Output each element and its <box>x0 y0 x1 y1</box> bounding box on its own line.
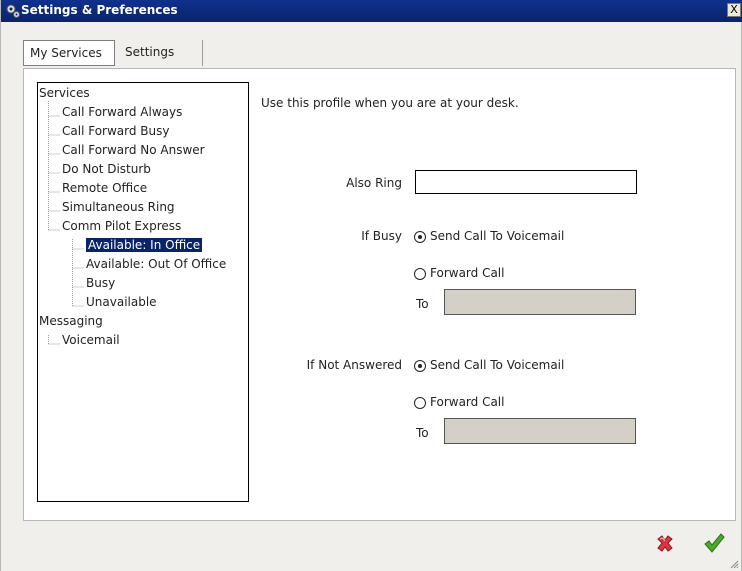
tree-item-label: Comm Pilot Express <box>62 219 182 233</box>
if-busy-forward-label[interactable]: Forward Call <box>430 266 504 280</box>
tree-item-remote-office[interactable]: Remote Office <box>62 179 147 198</box>
if-busy-forward-radio[interactable] <box>414 268 426 280</box>
tree-item-label: Do Not Disturb <box>62 162 151 176</box>
tree-item-available-out-of-office[interactable]: Available: Out Of Office <box>86 255 226 274</box>
tab-my-services[interactable]: My Services <box>23 40 115 66</box>
tree-item-unavailable[interactable]: Unavailable <box>86 293 157 312</box>
if-not-answered-to-label: To <box>416 426 429 440</box>
close-icon: X <box>730 3 738 16</box>
tree-item-label: Busy <box>86 276 116 290</box>
if-not-answered-forward-label[interactable]: Forward Call <box>430 395 504 409</box>
title-bar[interactable]: Settings & Preferences X <box>1 0 742 22</box>
tab-settings[interactable]: Settings <box>119 40 203 66</box>
green-check-icon[interactable] <box>702 531 726 555</box>
also-ring-input[interactable] <box>415 170 637 194</box>
tree-item-messaging[interactable]: Messaging <box>39 312 103 331</box>
tree-item-do-not-disturb[interactable]: Do Not Disturb <box>62 160 151 179</box>
also-ring-label: Also Ring <box>346 176 402 190</box>
tree-item-voicemail[interactable]: Voicemail <box>62 331 120 350</box>
tree-item-label: Call Forward No Answer <box>62 143 205 157</box>
tree-item-call-forward-no-answer[interactable]: Call Forward No Answer <box>62 141 205 160</box>
tree-item-label: Simultaneous Ring <box>62 200 175 214</box>
tree-item-label: Remote Office <box>62 181 148 195</box>
tree-item-available-in-office[interactable]: Available: In Office <box>86 236 203 255</box>
tree-item-label: Services <box>39 86 90 100</box>
tree-item-label: Available: In Office <box>86 238 203 252</box>
resize-grip-icon[interactable] <box>729 559 739 569</box>
tree-item-label: Available: Out Of Office <box>86 257 227 271</box>
tree-item-label: Messaging <box>39 314 103 328</box>
settings-window: Settings & Preferences X My Services Set… <box>0 0 742 571</box>
profile-description: Use this profile when you are at your de… <box>261 96 519 110</box>
if-not-answered-label: If Not Answered <box>306 358 402 372</box>
tree-item-label: Call Forward Always <box>62 105 183 119</box>
tree-item-call-forward-always[interactable]: Call Forward Always <box>62 103 182 122</box>
services-panel: Services Call Forward Always Call Forwar… <box>23 68 736 521</box>
tab-label: Settings <box>125 45 175 59</box>
red-x-icon[interactable] <box>654 533 676 555</box>
close-button[interactable]: X <box>727 3 741 17</box>
tree-item-services[interactable]: Services <box>39 84 90 103</box>
if-busy-voicemail-radio[interactable] <box>414 231 426 243</box>
tree-item-label: Unavailable <box>86 295 157 309</box>
if-not-answered-forward-radio[interactable] <box>414 397 426 409</box>
tree-item-simultaneous-ring[interactable]: Simultaneous Ring <box>62 198 175 217</box>
tree-item-label: Voicemail <box>62 333 120 347</box>
if-not-answered-forward-to-input[interactable] <box>444 418 636 444</box>
if-not-answered-voicemail-radio[interactable] <box>414 360 426 372</box>
tab-label: My Services <box>30 46 102 60</box>
if-busy-label: If Busy <box>361 229 402 243</box>
dialog-footer <box>1 525 742 571</box>
tree-item-call-forward-busy[interactable]: Call Forward Busy <box>62 122 169 141</box>
if-busy-voicemail-label[interactable]: Send Call To Voicemail <box>430 229 564 243</box>
if-busy-forward-to-input[interactable] <box>444 289 636 315</box>
tree-item-label: Call Forward Busy <box>62 124 170 138</box>
services-tree[interactable]: Services Call Forward Always Call Forwar… <box>37 82 249 502</box>
settings-gears-icon <box>6 4 20 18</box>
tree-item-comm-pilot-express[interactable]: Comm Pilot Express <box>62 217 181 236</box>
if-not-answered-voicemail-label[interactable]: Send Call To Voicemail <box>430 358 564 372</box>
if-busy-to-label: To <box>416 297 429 311</box>
window-title: Settings & Preferences <box>21 3 178 17</box>
tree-item-busy[interactable]: Busy <box>86 274 115 293</box>
